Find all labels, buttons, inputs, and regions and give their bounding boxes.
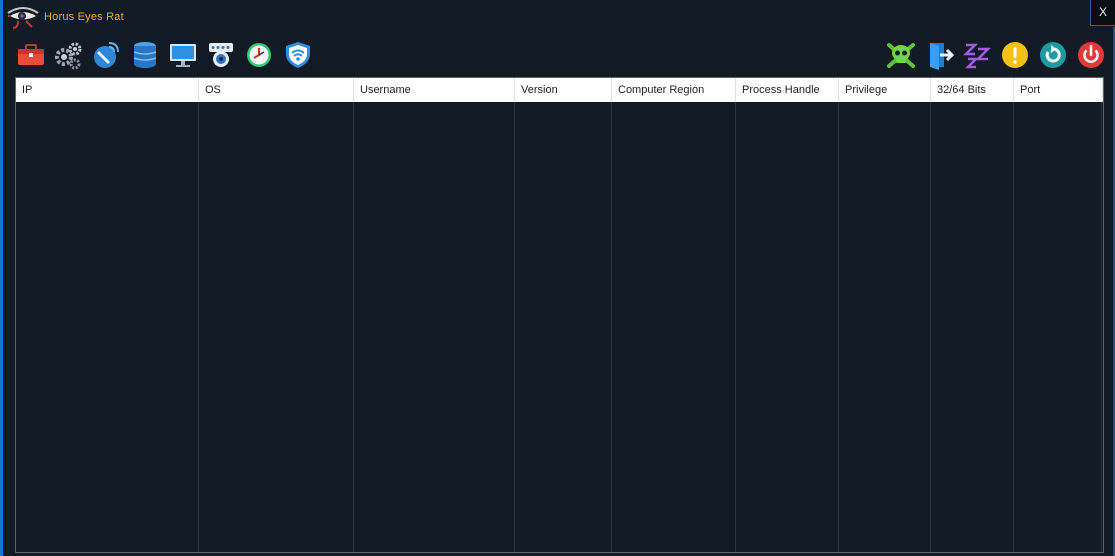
warning-icon [1002, 42, 1028, 68]
column-header-username[interactable]: Username [354, 78, 515, 102]
sleep-icon [963, 43, 992, 69]
database-icon [133, 42, 157, 68]
power-button[interactable] [1076, 40, 1106, 70]
satellite-button[interactable] [91, 40, 121, 70]
clients-table[interactable]: IP OS Username Version Computer Region P… [15, 77, 1104, 553]
restart-icon [1040, 42, 1066, 68]
logout-button[interactable] [926, 40, 956, 70]
webcam-icon [209, 43, 233, 67]
eye-of-horus-icon [7, 7, 39, 29]
toolbox-button[interactable] [16, 40, 46, 70]
scheduler-button[interactable] [244, 40, 274, 70]
column-header-process-handle[interactable]: Process Handle [736, 78, 839, 102]
sleep-button[interactable] [963, 40, 993, 70]
settings-gears-icon [55, 42, 82, 70]
toolbox-icon [18, 44, 44, 65]
column-header-bits[interactable]: 32/64 Bits [931, 78, 1014, 102]
monitor-icon [170, 44, 196, 67]
alert-button[interactable] [1000, 40, 1030, 70]
column-divider [198, 102, 199, 552]
power-icon [1078, 42, 1104, 68]
webcam-button[interactable] [206, 40, 236, 70]
column-divider [1013, 102, 1014, 552]
column-header-version[interactable]: Version [515, 78, 612, 102]
column-divider [1101, 102, 1102, 552]
kill-button[interactable] [886, 40, 916, 70]
column-divider [930, 102, 931, 552]
column-divider [611, 102, 612, 552]
settings-button[interactable] [53, 40, 83, 70]
column-header-computer-region[interactable]: Computer Region [612, 78, 736, 102]
database-button[interactable] [130, 40, 160, 70]
column-divider [353, 102, 354, 552]
protection-button[interactable] [283, 40, 313, 70]
clock-icon [247, 43, 271, 67]
column-header-ip[interactable]: IP [16, 78, 199, 102]
left-divider [3, 0, 4, 556]
column-divider [838, 102, 839, 552]
column-header-os[interactable]: OS [199, 78, 354, 102]
table-header: IP OS Username Version Computer Region P… [16, 78, 1103, 102]
column-header-port[interactable]: Port [1014, 78, 1103, 102]
logout-icon [930, 43, 955, 70]
shield-wifi-icon [286, 42, 310, 68]
restart-button[interactable] [1038, 40, 1068, 70]
skull-icon [887, 43, 915, 68]
monitor-button[interactable] [168, 40, 198, 70]
column-header-privilege[interactable]: Privilege [839, 78, 931, 102]
window-title: Horus Eyes Rat [44, 11, 124, 23]
satellite-dish-icon [94, 42, 119, 68]
title-bar[interactable]: Horus Eyes Rat X [4, 0, 1115, 34]
close-button[interactable]: X [1090, 0, 1115, 26]
column-divider [514, 102, 515, 552]
column-divider [735, 102, 736, 552]
